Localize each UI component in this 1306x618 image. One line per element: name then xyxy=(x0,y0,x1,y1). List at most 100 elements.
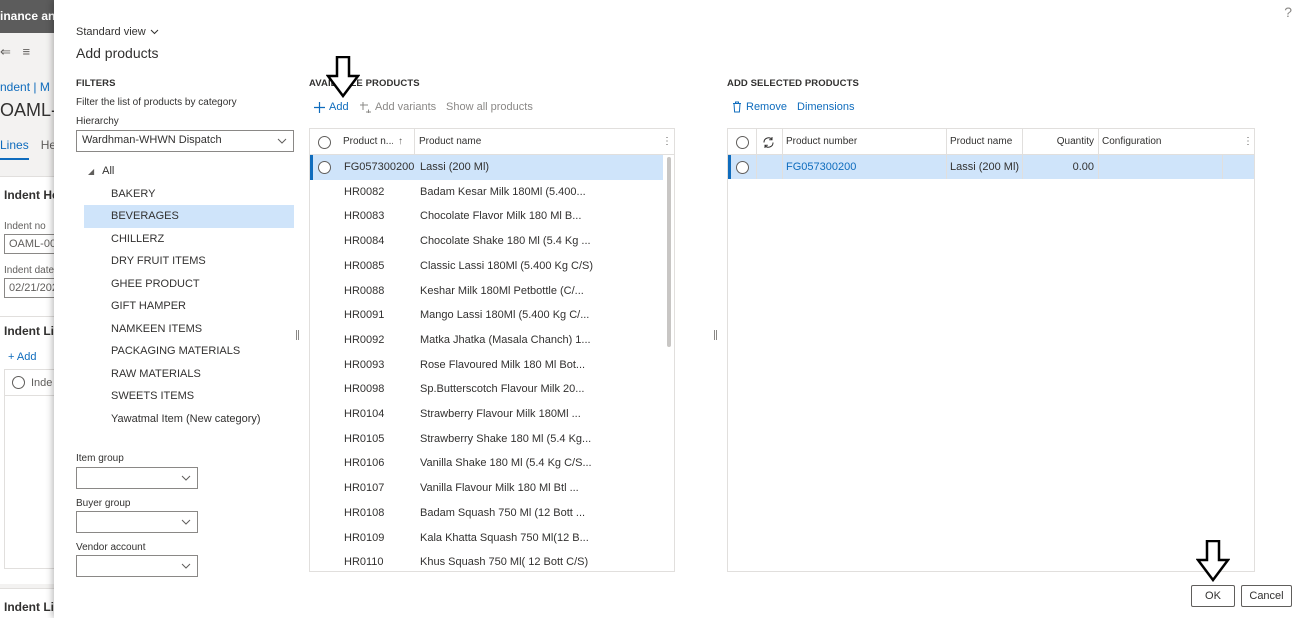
add-button[interactable]: Add xyxy=(314,101,349,113)
column-divider[interactable] xyxy=(756,129,757,155)
cancel-button[interactable]: Cancel xyxy=(1241,585,1292,607)
dimensions-button[interactable]: Dimensions xyxy=(797,101,854,113)
category-item[interactable]: GIFT HAMPER xyxy=(84,295,294,318)
ok-button[interactable]: OK xyxy=(1191,585,1235,607)
table-row[interactable]: FG057300200 Lassi (200 Ml) xyxy=(310,155,663,180)
product-number-cell: HR0091 xyxy=(344,309,385,322)
item-group-select[interactable] xyxy=(76,467,198,489)
category-item[interactable]: SWEETS ITEMS xyxy=(84,385,294,408)
plus-icon xyxy=(314,101,325,113)
column-divider[interactable] xyxy=(1098,129,1099,155)
col-product-name[interactable]: Product name xyxy=(950,129,1020,155)
table-row[interactable]: HR0110 Khus Squash 750 Ml( 12 Bott C/S) xyxy=(310,550,663,571)
vertical-scrollbar[interactable] xyxy=(667,157,671,347)
remove-button[interactable]: Remove xyxy=(732,101,787,113)
row-select-cell xyxy=(318,303,338,328)
table-row[interactable]: HR0093 Rose Flavoured Milk 180 Ml Bot... xyxy=(310,353,663,378)
table-row[interactable]: HR0082 Badam Kesar Milk 180Ml (5.400... xyxy=(310,180,663,205)
table-row[interactable]: HR0107 Vanilla Flavour Milk 180 Ml Btl ..… xyxy=(310,476,663,501)
table-row[interactable]: HR0091 Mango Lassi 180Ml (5.400 Kg C/... xyxy=(310,303,663,328)
col-product-number[interactable]: Product number xyxy=(786,129,936,155)
products-splitter[interactable] xyxy=(714,330,717,340)
product-number-cell: HR0088 xyxy=(344,284,385,297)
buyer-group-select[interactable] xyxy=(76,511,198,533)
row-select-radio[interactable] xyxy=(736,160,749,174)
column-divider[interactable] xyxy=(414,129,415,155)
table-row[interactable]: HR0098 Sp.Butterscotch Flavour Milk 20... xyxy=(310,377,663,402)
select-all-radio[interactable] xyxy=(736,135,749,149)
filters-splitter[interactable] xyxy=(296,330,299,340)
col-product-number[interactable]: Product n... xyxy=(343,129,393,155)
table-row[interactable]: HR0085 Classic Lassi 180Ml (5.400 Kg C/S) xyxy=(310,254,663,279)
menu-icon[interactable]: ≡ xyxy=(23,44,31,59)
category-item[interactable]: BAKERY xyxy=(84,183,294,206)
column-divider[interactable] xyxy=(1022,129,1023,155)
column-divider[interactable] xyxy=(946,129,947,155)
col-quantity[interactable]: Quantity xyxy=(1024,129,1094,155)
row-select-cell xyxy=(318,550,338,571)
bg-tabs: Lines He xyxy=(0,138,56,160)
category-item[interactable]: GHEE PRODUCT xyxy=(84,273,294,296)
more-options-icon[interactable]: ⋮ xyxy=(662,129,672,155)
category-item[interactable]: PACKAGING MATERIALS xyxy=(84,340,294,363)
bg-add-button[interactable]: + Add xyxy=(8,351,36,363)
col-configuration[interactable]: Configuration xyxy=(1102,129,1202,155)
quantity-field[interactable]: 0.00 xyxy=(1024,155,1094,179)
category-item[interactable]: RAW MATERIALS xyxy=(84,363,294,386)
bg-grid-col: Inde xyxy=(31,376,53,389)
product-name-cell: Vanilla Shake 180 Ml (5.4 Kg C/S... xyxy=(420,457,592,470)
product-number-cell: HR0107 xyxy=(344,482,385,495)
table-row[interactable]: HR0108 Badam Squash 750 Ml (12 Bott ... xyxy=(310,501,663,526)
product-number-link[interactable]: FG057300200 xyxy=(786,155,941,179)
row-select-cell xyxy=(318,328,338,353)
table-row[interactable]: HR0104 Strawberry Flavour Milk 180Ml ... xyxy=(310,402,663,427)
category-item[interactable]: NAMKEEN ITEMS xyxy=(84,318,294,341)
table-row[interactable]: HR0105 Strawberry Shake 180 Ml (5.4 Kg... xyxy=(310,427,663,452)
bg-bottom-panel: Indent Lin xyxy=(0,588,60,618)
table-row[interactable]: HR0109 Kala Khatta Squash 750 Ml(12 B... xyxy=(310,526,663,551)
select-all-radio[interactable] xyxy=(318,135,331,149)
category-item[interactable]: CHILLERZ xyxy=(84,228,294,251)
standard-view-selector[interactable]: Standard view xyxy=(76,26,159,38)
configuration-field[interactable] xyxy=(1102,155,1222,179)
show-all-products-button[interactable]: Show all products xyxy=(446,101,533,113)
add-variants-button[interactable]: Add variants xyxy=(360,101,436,113)
category-item[interactable]: DRY FRUIT ITEMS xyxy=(84,250,294,273)
bg-toolbar: ⇐ ≡ xyxy=(0,44,30,60)
table-row[interactable]: HR0092 Matka Jhatka (Masala Chanch) 1... xyxy=(310,328,663,353)
row-select-cell xyxy=(318,254,338,279)
breadcrumb[interactable]: ndent | M xyxy=(0,80,50,94)
row-select-radio[interactable] xyxy=(318,160,331,174)
table-row[interactable]: HR0088 Keshar Milk 180Ml Petbottle (C/... xyxy=(310,279,663,304)
col-product-name[interactable]: Product name xyxy=(419,129,569,155)
table-row[interactable]: FG057300200 Lassi (200 Ml) 0.00 xyxy=(728,155,1254,179)
back-icon[interactable]: ⇐ xyxy=(0,44,11,59)
chevron-down-icon xyxy=(277,138,287,144)
standard-view-label: Standard view xyxy=(76,26,146,38)
select-all-radio[interactable] xyxy=(12,376,25,389)
collapse-triangle-icon[interactable]: ◢ xyxy=(88,167,94,176)
table-row[interactable]: HR0084 Chocolate Shake 180 Ml (5.4 Kg ... xyxy=(310,229,663,254)
table-row[interactable]: HR0083 Chocolate Flavor Milk 180 Ml B... xyxy=(310,204,663,229)
help-icon[interactable]: ? xyxy=(1284,4,1292,20)
vendor-account-select[interactable] xyxy=(76,555,198,577)
category-item[interactable]: BEVERAGES xyxy=(84,205,294,228)
sort-ascending-icon[interactable]: ↑ xyxy=(398,129,410,155)
tree-root-all[interactable]: ◢ All xyxy=(84,160,294,183)
category-item[interactable]: Yawatmal Item (New category) xyxy=(84,408,294,431)
bg-header-panel: Indent He Indent no OAML-00 Indent date … xyxy=(0,176,60,316)
product-number-cell: HR0104 xyxy=(344,408,385,420)
product-name-cell: Strawberry Flavour Milk 180Ml ... xyxy=(420,408,581,420)
hierarchy-select[interactable]: Wardhman-WHWN Dispatch xyxy=(76,130,294,152)
down-arrow-icon xyxy=(1196,540,1230,582)
indent-no-field[interactable]: OAML-00 xyxy=(4,234,60,254)
table-row[interactable]: HR0106 Vanilla Shake 180 Ml (5.4 Kg C/S..… xyxy=(310,451,663,476)
product-number-cell: HR0105 xyxy=(344,432,385,445)
product-name-cell: Mango Lassi 180Ml (5.400 Kg C/... xyxy=(420,309,590,322)
tab-lines[interactable]: Lines xyxy=(0,138,29,160)
refresh-icon[interactable] xyxy=(762,129,778,155)
indent-date-field[interactable]: 02/21/202 xyxy=(4,278,60,298)
column-divider[interactable] xyxy=(782,129,783,155)
row-select-cell xyxy=(318,229,338,254)
more-options-icon[interactable]: ⋮ xyxy=(1243,129,1253,155)
